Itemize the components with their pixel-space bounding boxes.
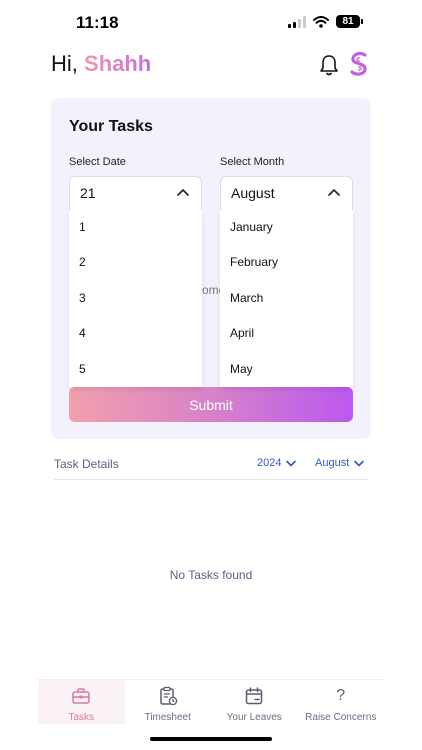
month-option[interactable]: April — [220, 316, 353, 351]
status-icons: 81 — [288, 15, 363, 28]
month-dropdown: January February March April May — [220, 210, 353, 387]
nav-item-your-leaves[interactable]: Your Leaves — [211, 680, 298, 724]
calendar-icon — [244, 686, 264, 706]
battery-icon: 81 — [336, 15, 363, 28]
brand-logo-icon[interactable] — [347, 51, 371, 77]
month-label: Select Month — [220, 156, 285, 168]
task-details-header: Task Details 2024 August — [54, 452, 368, 480]
month-option[interactable]: May — [220, 352, 353, 387]
date-option[interactable]: 4 — [69, 316, 202, 351]
nav-item-timesheet[interactable]: Timesheet — [125, 680, 212, 724]
home-indicator — [150, 737, 272, 741]
date-option[interactable]: 2 — [69, 245, 202, 280]
greeting: Hi, Shahh — [51, 51, 151, 77]
date-option[interactable]: 1 — [69, 210, 202, 245]
chevron-down-icon — [286, 460, 297, 466]
month-select-value: August — [231, 185, 275, 201]
nav-label: Timesheet — [144, 712, 191, 723]
clipboard-clock-icon — [158, 686, 178, 706]
card-title: Your Tasks — [69, 118, 153, 135]
nav-item-raise-concerns[interactable]: ? Raise Concerns — [298, 680, 385, 724]
chevron-up-icon — [177, 189, 189, 196]
nav-label: Raise Concerns — [305, 712, 377, 723]
empty-state-message: No Tasks found — [169, 568, 253, 582]
signal-icon — [288, 15, 306, 28]
date-dropdown: 1 2 3 4 5 — [69, 210, 202, 387]
nav-item-tasks[interactable]: Tasks — [38, 680, 125, 724]
month-option[interactable]: January — [220, 210, 353, 245]
wifi-icon — [313, 15, 329, 28]
chevron-down-icon — [354, 460, 365, 466]
year-filter-value: 2024 — [257, 457, 282, 469]
status-time: 11:18 — [76, 13, 119, 32]
task-details-label: Task Details — [54, 457, 119, 471]
date-select-value: 21 — [80, 185, 96, 201]
briefcase-icon — [71, 686, 91, 706]
date-label: Select Date — [69, 156, 126, 168]
status-bar: 11:18 81 — [0, 0, 422, 46]
greeting-text: Hi, — [51, 51, 78, 76]
bell-icon[interactable] — [318, 53, 340, 77]
date-select[interactable]: 21 — [69, 176, 202, 210]
date-option[interactable]: 5 — [69, 352, 202, 387]
month-filter-value: August — [315, 457, 350, 469]
month-select[interactable]: August — [220, 176, 353, 210]
submit-button[interactable]: Submit — [69, 387, 353, 422]
question-icon: ? — [331, 686, 351, 706]
month-filter[interactable]: August — [315, 457, 365, 469]
nav-label: Your Leaves — [226, 712, 282, 723]
year-filter[interactable]: 2024 — [257, 457, 297, 469]
date-option[interactable]: 3 — [69, 281, 202, 316]
month-option[interactable]: February — [220, 245, 353, 280]
month-option[interactable]: March — [220, 281, 353, 316]
question-glyph: ? — [336, 687, 346, 704]
user-name: Shahh — [84, 51, 152, 76]
bottom-nav: Tasks Timesheet Your Leaves ? Raise Conc… — [38, 679, 384, 724]
chevron-up-icon — [328, 189, 340, 196]
nav-label: Tasks — [68, 712, 95, 723]
